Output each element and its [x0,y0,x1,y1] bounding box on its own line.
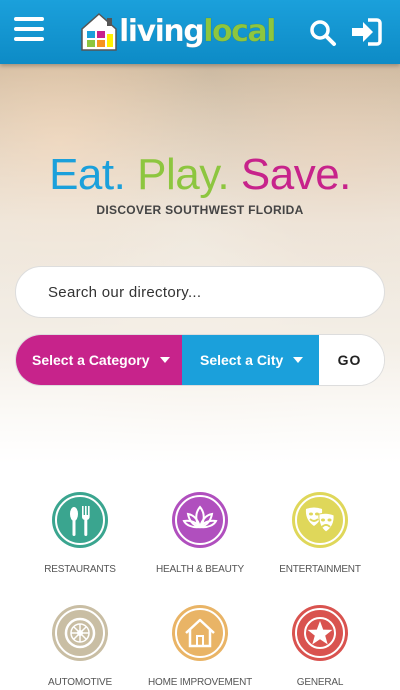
caret-down-icon [159,357,170,363]
app-header: livinglocal [0,0,400,64]
category-health-beauty[interactable]: HEALTH & BEAUTY [135,492,265,575]
hero-subtitle: DISCOVER SOUTHWEST FLORIDA [96,203,304,217]
house-logo-icon [81,12,117,51]
hero-tagline: Eat. Play. Save. [0,150,400,200]
category-label: AUTOMOTIVE [48,677,112,688]
house-icon [172,605,228,661]
category-general[interactable]: GENERAL [255,605,385,688]
category-entertainment[interactable]: ENTERTAINMENT [255,492,385,575]
directory-search-input[interactable] [15,266,385,318]
category-label: RESTAURANTS [44,564,116,575]
theater-masks-icon [292,492,348,548]
wheel-icon [52,605,108,661]
category-label: ENTERTAINMENT [279,564,361,575]
logo-living: living [119,14,205,49]
category-select-label: Select a Category [32,352,150,368]
category-label: HOME IMPROVEMENT [147,677,253,688]
logo-local: local [203,14,277,49]
search-icon[interactable] [309,19,337,47]
lotus-icon [172,492,228,548]
category-label: HEALTH & BEAUTY [156,564,244,575]
category-automotive[interactable]: AUTOMOTIVE [15,605,145,688]
fork-knife-icon [52,492,108,548]
hero-banner [0,64,400,464]
star-icon [292,605,348,661]
go-button[interactable]: GO [319,335,384,385]
hamburger-menu-icon[interactable] [14,17,44,43]
city-select-label: Select a City [200,352,284,368]
category-label: GENERAL [296,677,344,688]
category-select[interactable]: Select a Category [16,335,182,385]
city-select[interactable]: Select a City [182,335,319,385]
category-restaurants[interactable]: RESTAURANTS [15,492,145,575]
tagline-eat: Eat. [49,150,126,199]
search-filter-bar: Select a Category Select a City GO [15,334,385,386]
category-home-improvement[interactable]: HOME IMPROVEMENT [135,605,265,688]
tagline-save: Save. [240,150,352,199]
caret-down-icon [293,357,304,363]
living-local-logo[interactable]: livinglocal [80,8,277,56]
sign-in-icon[interactable] [350,18,382,46]
logo-wordmark: livinglocal [119,14,277,49]
tagline-play: Play. [137,150,230,199]
